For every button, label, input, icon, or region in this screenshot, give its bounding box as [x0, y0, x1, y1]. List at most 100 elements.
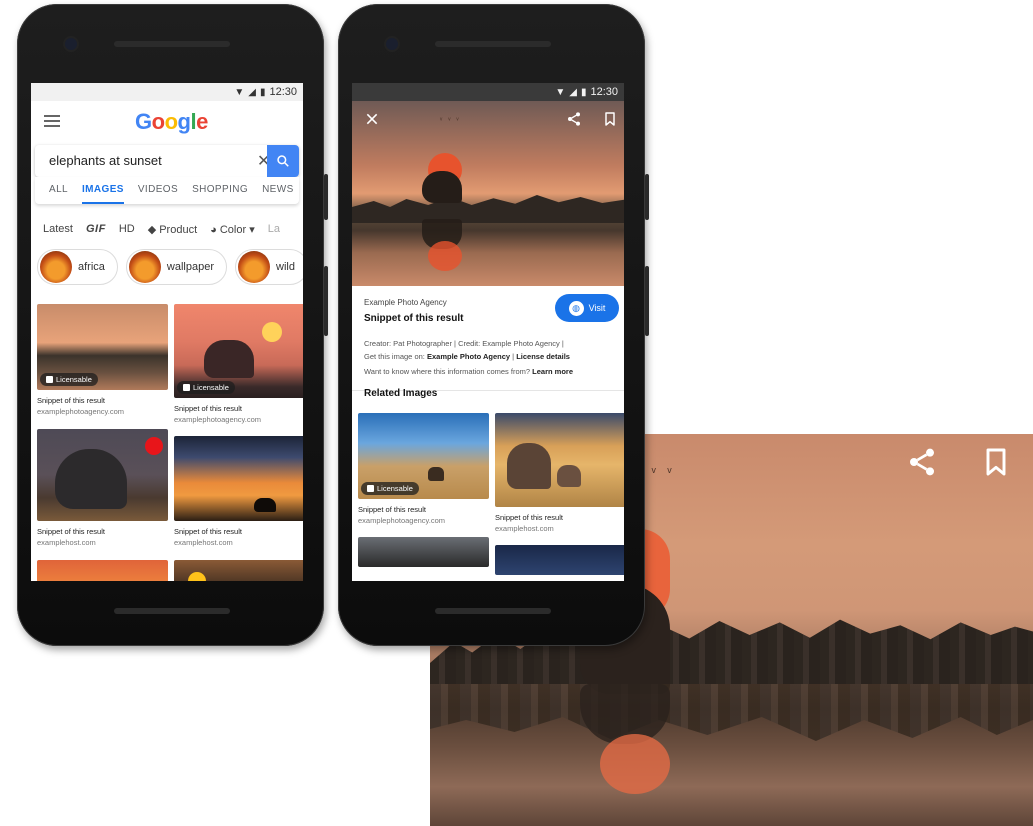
image-detail-screen: ▼ ◢ ▮ 12:30 ᵛ ᵛ ᵛ Example Photo Agency S… — [352, 83, 624, 581]
image-result[interactable]: Snippet of this result examplehost.com — [174, 436, 303, 547]
battery-icon: ▮ — [259, 86, 266, 98]
related-image[interactable]: Licensable Snippet of this result exampl… — [358, 413, 489, 525]
menu-icon[interactable] — [44, 115, 60, 127]
bottom-speaker — [435, 608, 551, 614]
front-camera — [386, 38, 398, 50]
status-time: 12:30 — [590, 86, 618, 98]
related-thumbnail — [495, 413, 624, 507]
tab-news[interactable]: NEWS — [262, 177, 294, 204]
bookmark-icon[interactable] — [602, 111, 618, 127]
status-bar: ▼ ◢ ▮ 12:30 — [352, 83, 624, 101]
phone-frame-left: ▼ ◢ ▮ 12:30 Google elephants at sunset ✕… — [17, 4, 328, 646]
status-time: 12:30 — [269, 86, 297, 98]
tag-icon: ◆ — [147, 223, 160, 236]
learn-more-link[interactable]: Learn more — [532, 367, 573, 376]
chip-wild[interactable]: wild — [235, 249, 303, 285]
filter-row: Latest GIF HD ◆ Product ◕ Color ▾ La — [31, 212, 303, 246]
selected-image[interactable]: ᵛ ᵛ ᵛ — [352, 101, 624, 286]
image-icon — [183, 384, 190, 391]
status-bar: ▼ ◢ ▮ 12:30 — [31, 83, 303, 101]
speaker-grille — [114, 41, 230, 47]
treeline-shape — [352, 195, 624, 223]
search-icon — [277, 155, 289, 167]
result-source: examplephotoagency.com — [37, 407, 124, 416]
filter-color[interactable]: ◕ Color ▾ — [210, 223, 255, 236]
chip-wallpaper[interactable]: wallpaper — [125, 249, 227, 285]
google-logo: Google — [135, 109, 208, 134]
tab-all[interactable]: ALL — [49, 177, 68, 204]
related-image[interactable] — [495, 545, 624, 575]
wifi-icon: ▼ — [234, 86, 245, 98]
close-icon[interactable] — [364, 111, 380, 127]
dropdown-arrow-icon: ▾ — [246, 223, 255, 236]
power-button — [645, 266, 649, 336]
result-source: examplephotoagency.com — [358, 516, 445, 525]
filter-latest[interactable]: Latest — [43, 223, 73, 235]
search-input[interactable]: elephants at sunset — [49, 153, 162, 168]
elephant-silhouette — [422, 171, 462, 203]
chip-thumbnail — [40, 251, 72, 283]
creator-credit: Creator: Pat Photographer | Credit: Exam… — [364, 339, 564, 348]
signal-icon: ◢ — [248, 86, 256, 98]
app-header: Google — [31, 101, 303, 145]
licensable-badge: Licensable — [361, 482, 419, 495]
image-icon — [46, 376, 53, 383]
result-source: examplephotoagency.com — [174, 415, 261, 424]
related-thumbnail — [495, 545, 624, 575]
signal-icon: ◢ — [569, 86, 577, 98]
agency-name: Example Photo Agency — [364, 298, 447, 307]
image-result[interactable] — [174, 560, 303, 581]
tab-images[interactable]: IMAGES — [82, 177, 124, 204]
volume-button — [645, 174, 649, 220]
bookmark-icon[interactable] — [980, 446, 1012, 478]
result-thumbnail — [174, 436, 303, 521]
filter-more[interactable]: La — [268, 223, 280, 235]
image-result[interactable]: Snippet of this result examplehost.com — [37, 429, 168, 547]
related-search-chips: africa wallpaper wild — [31, 246, 303, 288]
visit-button[interactable]: ◍ Visit — [555, 294, 619, 322]
related-thumbnail — [358, 537, 489, 567]
image-icon — [367, 485, 374, 492]
water-reflection — [430, 684, 1033, 741]
result-thumbnail: Licensable — [37, 304, 168, 390]
agency-link[interactable]: Example Photo Agency — [427, 352, 510, 361]
result-title: Snippet of this result — [364, 313, 464, 324]
tab-shopping[interactable]: SHOPPING — [192, 177, 248, 204]
result-caption: Snippet of this result — [37, 527, 105, 536]
palette-icon: ◕ — [210, 223, 220, 236]
sun-reflection — [428, 241, 462, 271]
license-details-link[interactable]: License details — [516, 352, 570, 361]
birds-decoration: ᵛ ᵛ ᵛ — [440, 117, 461, 124]
wifi-icon: ▼ — [555, 86, 566, 98]
related-image[interactable]: Snippet of this result examplehost.com — [495, 413, 624, 533]
filter-gif[interactable]: GIF — [86, 223, 106, 235]
result-thumbnail — [37, 560, 168, 581]
info-source-line: Want to know where this information come… — [364, 367, 573, 376]
search-tabs: ALL IMAGES VIDEOS SHOPPING NEWS — [35, 177, 299, 204]
licensable-badge: Licensable — [40, 373, 98, 386]
result-source: examplehost.com — [174, 538, 233, 547]
result-source: examplehost.com — [495, 524, 554, 533]
result-thumbnail: Licensable — [174, 304, 303, 398]
chip-thumbnail — [128, 251, 161, 283]
result-thumbnail — [37, 429, 168, 521]
search-button[interactable] — [267, 145, 299, 177]
volume-button — [324, 174, 328, 220]
result-thumbnail — [174, 560, 303, 581]
related-image[interactable] — [358, 537, 489, 567]
tab-videos[interactable]: VIDEOS — [138, 177, 178, 204]
result-caption: Snippet of this result — [174, 404, 242, 413]
search-results-screen: ▼ ◢ ▮ 12:30 Google elephants at sunset ✕… — [31, 83, 303, 581]
share-icon[interactable] — [566, 111, 582, 127]
share-icon[interactable] — [906, 446, 938, 478]
image-result[interactable] — [37, 560, 168, 581]
globe-icon: ◍ — [568, 300, 584, 316]
image-result[interactable]: Licensable Snippet of this result exampl… — [174, 304, 303, 424]
filter-hd[interactable]: HD — [119, 223, 135, 235]
chip-africa[interactable]: africa — [37, 249, 118, 285]
related-images-heading: Related Images — [364, 388, 438, 399]
front-camera — [65, 38, 77, 50]
filter-product[interactable]: ◆ Product — [148, 223, 197, 236]
image-result[interactable]: Licensable Snippet of this result exampl… — [37, 304, 168, 416]
sun-reflection — [600, 734, 670, 794]
